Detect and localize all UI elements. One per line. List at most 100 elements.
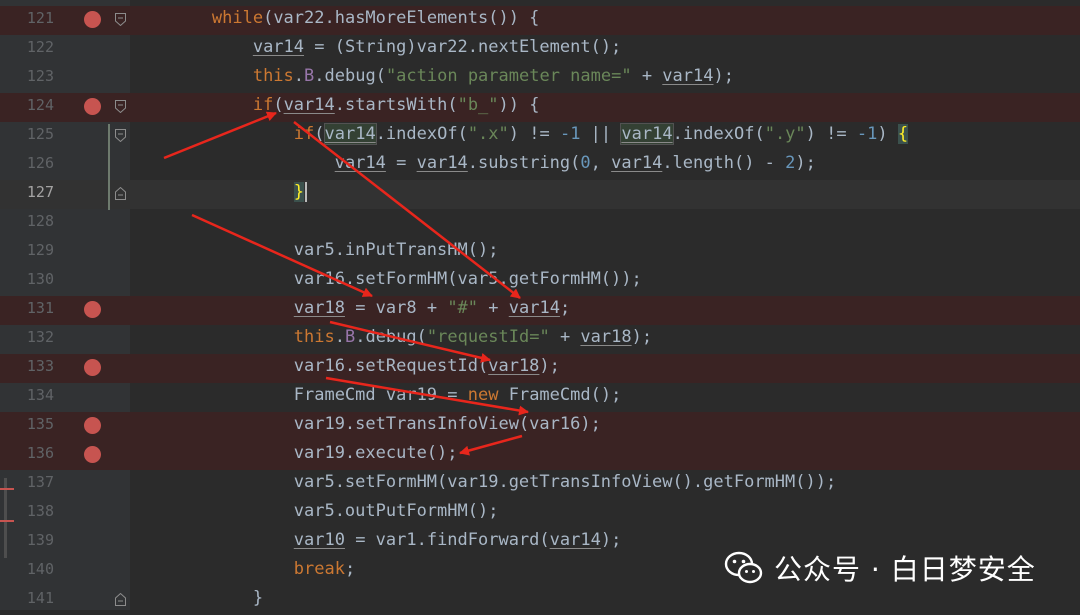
breakpoint-icon[interactable] — [84, 417, 101, 434]
code-text[interactable]: var16.setFormHM(var5.getFormHM()); — [130, 265, 642, 294]
breakpoint-icon[interactable] — [84, 359, 101, 376]
code-token: ); — [795, 153, 816, 173]
breakpoint-icon[interactable] — [84, 446, 101, 463]
fold-collapse-icon[interactable] — [115, 13, 126, 26]
error-stripe-marker[interactable] — [0, 488, 14, 490]
line-number[interactable]: 121 — [0, 4, 54, 33]
code-line[interactable]: 134 FrameCmd var19 = new FrameCmd(); — [0, 383, 1080, 412]
code-token: var5.setFormHM(var19.getTransInfoView().… — [130, 472, 837, 492]
code-text[interactable]: break; — [130, 555, 355, 584]
code-line[interactable]: 129 var5.inPutTransHM(); — [0, 238, 1080, 267]
code-line[interactable]: 135 var19.setTransInfoView(var16); — [0, 412, 1080, 441]
code-line[interactable]: 127 } — [0, 180, 1080, 209]
line-number[interactable]: 124 — [0, 91, 54, 120]
code-line[interactable]: 123 this.B.debug("action parameter name=… — [0, 64, 1080, 93]
code-line[interactable]: 132 this.B.debug("requestId=" + var18); — [0, 325, 1080, 354]
code-line[interactable]: 133 var16.setRequestId(var18); — [0, 354, 1080, 383]
line-number[interactable]: 139 — [0, 526, 54, 555]
code-text[interactable]: var5.inPutTransHM(); — [130, 236, 499, 265]
code-line[interactable]: 124 if(var14.startsWith("b_")) { — [0, 93, 1080, 122]
code-token: break — [293, 559, 345, 579]
code-text[interactable]: } — [130, 584, 263, 613]
line-number[interactable]: 131 — [0, 294, 54, 323]
code-token: ( — [314, 124, 325, 144]
code-token: var14 — [620, 123, 674, 145]
code-text[interactable]: var16.setRequestId(var18); — [130, 352, 560, 381]
line-number[interactable]: 132 — [0, 323, 54, 352]
line-number[interactable]: 134 — [0, 381, 54, 410]
fold-collapse-icon[interactable] — [115, 100, 126, 113]
code-line[interactable]: 131 var18 = var8 + "#" + var14; — [0, 296, 1080, 325]
line-number[interactable]: 141 — [0, 584, 54, 613]
wechat-watermark: 公众号 · 白日梦安全 — [724, 548, 1036, 588]
code-token: while — [211, 8, 264, 28]
code-token: || — [580, 124, 622, 144]
code-editor[interactable]: 121 while(var22.hasMoreElements()) {122 … — [0, 0, 1080, 610]
line-number[interactable]: 125 — [0, 120, 54, 149]
code-text[interactable]: var19.setTransInfoView(var16); — [130, 410, 601, 439]
breakpoint-icon[interactable] — [84, 11, 101, 28]
code-line[interactable]: 136 var19.execute(); — [0, 441, 1080, 470]
code-token: "requestId=" — [426, 327, 550, 347]
code-token: .startsWith( — [334, 95, 458, 115]
code-text[interactable]: var19.execute(); — [130, 439, 458, 468]
fold-collapse-icon[interactable] — [115, 129, 126, 142]
line-number[interactable]: 128 — [0, 207, 54, 236]
breakpoint-icon[interactable] — [84, 98, 101, 115]
code-line[interactable]: 126 var14 = var14.substring(0, var14.len… — [0, 151, 1080, 180]
code-line[interactable]: 137 var5.setFormHM(var19.getTransInfoVie… — [0, 470, 1080, 499]
code-token: var10 — [293, 530, 345, 550]
code-text[interactable]: var18 = var8 + "#" + var14; — [130, 294, 570, 323]
code-line[interactable]: 121 while(var22.hasMoreElements()) { — [0, 6, 1080, 35]
code-text[interactable]: FrameCmd var19 = new FrameCmd(); — [130, 381, 622, 410]
code-text[interactable]: var14 = (String)var22.nextElement(); — [130, 33, 621, 62]
line-number[interactable]: 127 — [0, 178, 54, 207]
fold-end-icon[interactable] — [115, 187, 126, 200]
code-text[interactable]: var5.outPutFormHM(); — [130, 497, 499, 526]
code-text[interactable]: while(var22.hasMoreElements()) { — [130, 4, 540, 33]
code-token: } — [130, 588, 264, 608]
fold-end-icon[interactable] — [115, 593, 126, 606]
line-number[interactable]: 122 — [0, 33, 54, 62]
code-token: .length() - — [662, 153, 786, 173]
error-stripe-marker[interactable] — [0, 520, 14, 522]
line-number[interactable]: 130 — [0, 265, 54, 294]
code-line[interactable]: 138 var5.outPutFormHM(); — [0, 499, 1080, 528]
code-token: var14 — [334, 153, 386, 173]
code-text[interactable]: this.B.debug("requestId=" + var18); — [130, 323, 652, 352]
breakpoint-icon[interactable] — [84, 301, 101, 318]
code-token: ) != — [508, 124, 560, 144]
code-text[interactable]: var10 = var1.findForward(var14); — [130, 526, 622, 555]
code-line[interactable]: 128 — [0, 209, 1080, 238]
code-token: if — [293, 124, 315, 144]
code-line[interactable]: 141 } — [0, 586, 1080, 615]
code-text[interactable]: var5.setFormHM(var19.getTransInfoView().… — [130, 468, 836, 497]
line-number[interactable]: 136 — [0, 439, 54, 468]
code-text[interactable]: this.B.debug("action parameter name=" + … — [130, 62, 734, 91]
line-number[interactable]: 126 — [0, 149, 54, 178]
code-token: ".y" — [764, 124, 806, 144]
code-text[interactable]: if(var14.indexOf(".x") != -1 || var14.in… — [130, 120, 909, 149]
code-line[interactable]: 125 if(var14.indexOf(".x") != -1 || var1… — [0, 122, 1080, 151]
code-line[interactable]: 122 var14 = (String)var22.nextElement(); — [0, 35, 1080, 64]
code-token: B — [304, 66, 315, 86]
code-token: FrameCmd var19 = — [130, 385, 468, 405]
code-token: + — [631, 66, 663, 86]
code-text[interactable]: if(var14.startsWith("b_")) { — [130, 91, 540, 120]
code-token: B — [344, 327, 356, 347]
code-line[interactable]: 130 var16.setFormHM(var5.getFormHM()); — [0, 267, 1080, 296]
code-text[interactable]: var14 = var14.substring(0, var14.length(… — [130, 149, 816, 178]
line-number[interactable]: 129 — [0, 236, 54, 265]
line-number[interactable]: 140 — [0, 555, 54, 584]
vcs-change-marker[interactable] — [108, 124, 110, 210]
line-number[interactable]: 135 — [0, 410, 54, 439]
code-text[interactable]: } — [130, 178, 308, 207]
line-number[interactable]: 123 — [0, 62, 54, 91]
line-number[interactable]: 133 — [0, 352, 54, 381]
line-number[interactable]: 137 — [0, 468, 54, 497]
